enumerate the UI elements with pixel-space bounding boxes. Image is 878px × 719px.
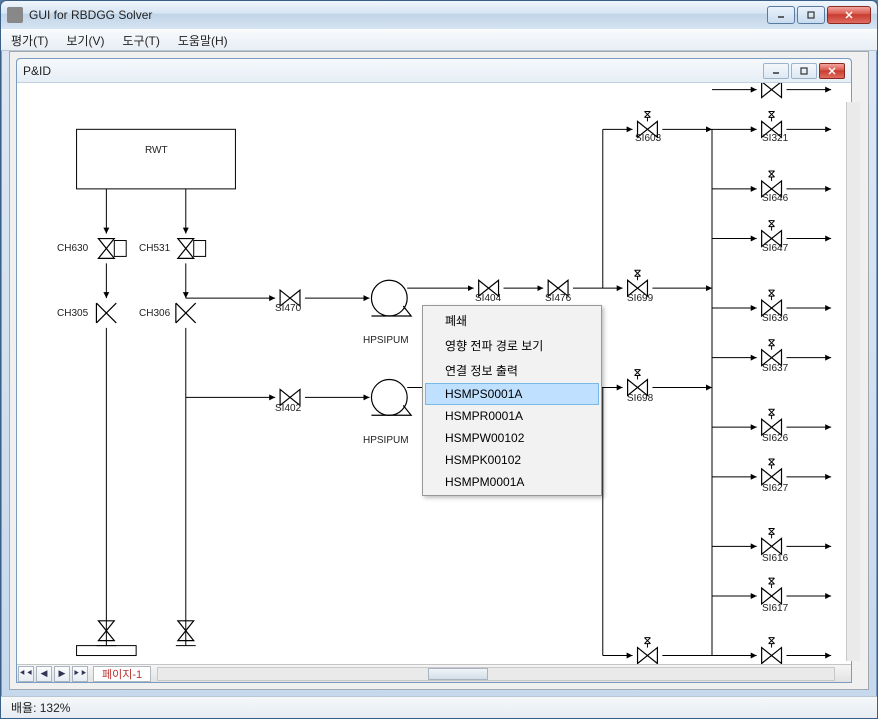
cm-hsmpk00102[interactable]: HSMPK00102 bbox=[425, 449, 599, 471]
nav-prev-button[interactable]: ◀ bbox=[36, 666, 52, 682]
label-si637: SI637 bbox=[762, 363, 788, 374]
nav-last-button[interactable]: ⯈⯈ bbox=[72, 666, 88, 682]
label-si627: SI627 bbox=[762, 483, 788, 494]
sheet-tab[interactable]: 페이지-1 bbox=[93, 666, 151, 682]
label-hpsipum2: HPSIPUM bbox=[363, 435, 409, 446]
menu-eval[interactable]: 평가(T) bbox=[11, 32, 48, 49]
label-si699: SI699 bbox=[627, 293, 653, 304]
cm-info-output[interactable]: 연결 정보 출력 bbox=[425, 358, 599, 383]
hscroll-thumb[interactable] bbox=[428, 668, 488, 680]
statusbar: 배율: 132% bbox=[1, 696, 877, 718]
window-title: GUI for RBDGG Solver bbox=[29, 8, 767, 22]
label-si321: SI321 bbox=[762, 133, 788, 144]
maximize-button[interactable] bbox=[797, 6, 825, 24]
label-si476: SI476 bbox=[545, 293, 571, 304]
minimize-button[interactable] bbox=[767, 6, 795, 24]
label-rwt: RWT bbox=[145, 145, 168, 156]
mdi-close-button[interactable] bbox=[819, 63, 845, 79]
label-si617: SI617 bbox=[762, 603, 788, 614]
app-icon bbox=[7, 7, 23, 23]
nav-first-button[interactable]: ⯇⯇ bbox=[18, 666, 34, 682]
cm-show-path[interactable]: 영향 전파 경로 보기 bbox=[425, 333, 599, 358]
cm-hsmpr0001a[interactable]: HSMPR0001A bbox=[425, 405, 599, 427]
menubar: 평가(T) 보기(V) 도구(T) 도움말(H) bbox=[1, 29, 877, 51]
label-si616: SI616 bbox=[762, 553, 788, 564]
mdi-maximize-button[interactable] bbox=[791, 63, 817, 79]
status-zoom: 배율: 132% bbox=[11, 699, 70, 716]
cm-hsmpm0001a[interactable]: HSMPM0001A bbox=[425, 471, 599, 493]
close-button[interactable] bbox=[827, 6, 871, 24]
cm-close[interactable]: 폐쇄 bbox=[425, 308, 599, 333]
mdi-client: P&ID bbox=[9, 51, 869, 690]
label-ch630: CH630 bbox=[57, 243, 88, 254]
label-si470: SI470 bbox=[275, 303, 301, 314]
label-ch305: CH305 bbox=[57, 308, 88, 319]
label-si698: SI698 bbox=[627, 393, 653, 404]
sheet-nav-bar: ⯇⯇ ◀ ▶ ⯈⯈ 페이지-1 bbox=[17, 664, 851, 682]
mdi-minimize-button[interactable] bbox=[763, 63, 789, 79]
label-si647: SI647 bbox=[762, 243, 788, 254]
label-si404: SI404 bbox=[475, 293, 501, 304]
label-si626: SI626 bbox=[762, 433, 788, 444]
diagram-canvas[interactable]: RWT CH630 CH531 CH305 CH306 SI470 SI402 … bbox=[17, 83, 851, 682]
titlebar[interactable]: GUI for RBDGG Solver bbox=[1, 1, 877, 29]
label-ch531: CH531 bbox=[139, 243, 170, 254]
label-si603: SI603 bbox=[635, 133, 661, 144]
cm-hsmps0001a[interactable]: HSMPS0001A bbox=[425, 383, 599, 405]
mdi-titlebar[interactable]: P&ID bbox=[17, 59, 851, 83]
menu-view[interactable]: 보기(V) bbox=[66, 32, 104, 49]
cm-hsmpw00102[interactable]: HSMPW00102 bbox=[425, 427, 599, 449]
mdi-child-window: P&ID bbox=[16, 58, 852, 683]
mdi-title: P&ID bbox=[23, 64, 763, 78]
label-si402: SI402 bbox=[275, 403, 301, 414]
app-window: GUI for RBDGG Solver 평가(T) 보기(V) 도구(T) 도… bbox=[0, 0, 878, 719]
nav-next-button[interactable]: ▶ bbox=[54, 666, 70, 682]
menu-help[interactable]: 도움말(H) bbox=[178, 32, 228, 49]
vscroll[interactable] bbox=[846, 102, 860, 661]
label-hpsipum1: HPSIPUM bbox=[363, 335, 409, 346]
context-menu: 폐쇄 영향 전파 경로 보기 연결 정보 출력 HSMPS0001A HSMPR… bbox=[422, 305, 602, 496]
label-ch306: CH306 bbox=[139, 308, 170, 319]
hscroll-track[interactable] bbox=[157, 667, 835, 681]
menu-tool[interactable]: 도구(T) bbox=[122, 32, 159, 49]
label-si646: SI646 bbox=[762, 193, 788, 204]
label-si636: SI636 bbox=[762, 313, 788, 324]
